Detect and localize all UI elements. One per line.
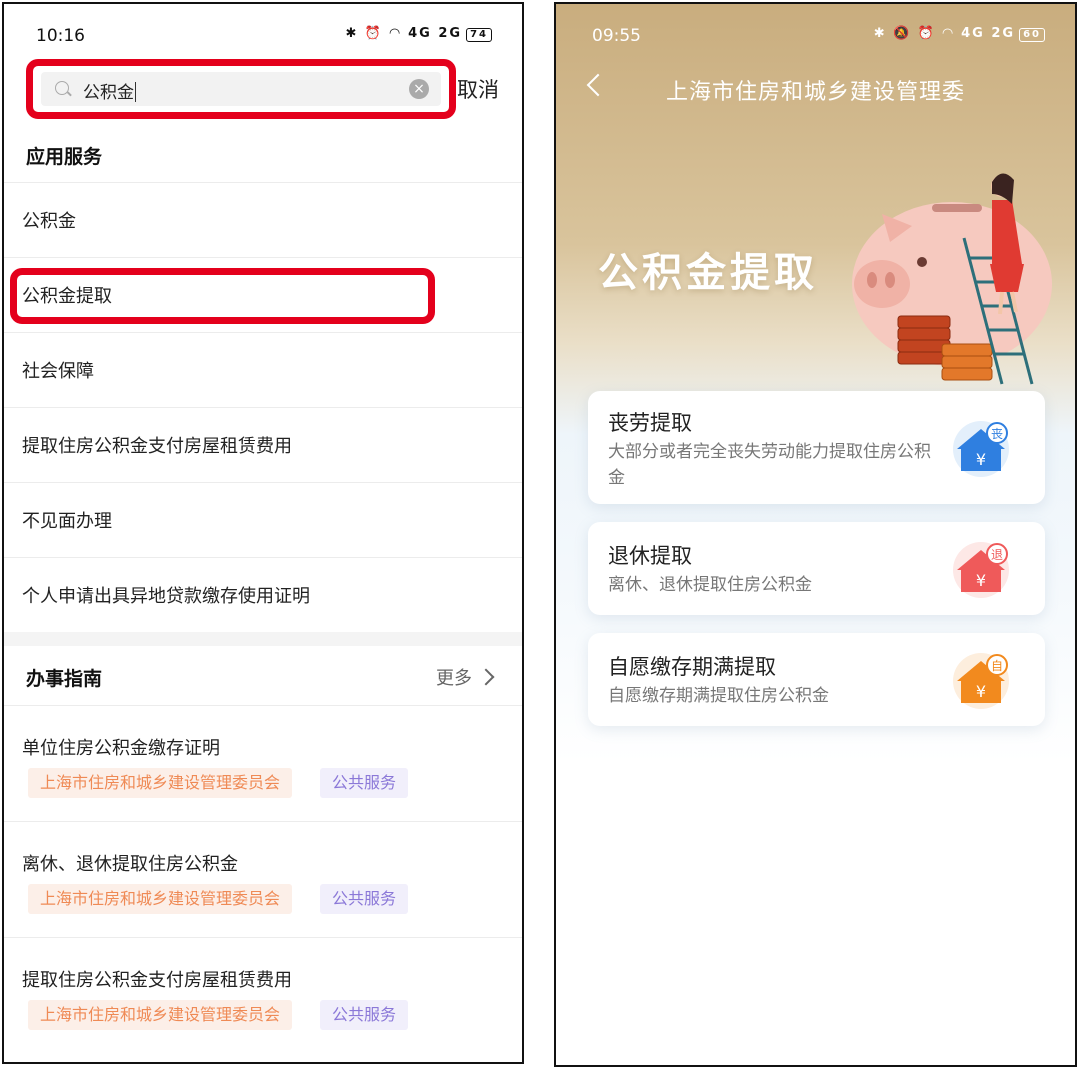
org-tag: 上海市住房和城乡建设管理委员会: [28, 884, 293, 914]
house-yuan-blue-icon: ¥ 丧: [953, 421, 1009, 477]
app-services-title: 应用服务: [26, 146, 103, 168]
search-value: 公积金: [83, 83, 134, 103]
type-tag: 公共服务: [320, 884, 409, 914]
section-divider: [4, 632, 522, 646]
guide-title: 单位住房公积金缴存证明: [22, 738, 220, 759]
selection-highlight: [10, 268, 435, 324]
house-yuan-orange-icon: ¥ 自: [953, 653, 1009, 709]
more-link[interactable]: 更多: [436, 664, 495, 690]
list-item[interactable]: 个人申请出具异地贷款缴存使用证明: [4, 557, 522, 632]
card-badge: 自: [991, 659, 1003, 673]
svg-text:¥: ¥: [976, 682, 986, 701]
guides-title: 办事指南: [26, 668, 103, 690]
card-title: 丧劳提取: [608, 411, 692, 435]
guide-title: 离休、退休提取住房公积金: [22, 854, 238, 875]
house-yuan-red-icon: ¥ 退: [953, 542, 1009, 598]
list-item-label: 公积金: [22, 211, 76, 232]
list-item-label: 提取住房公积金支付房屋租赁费用: [22, 436, 292, 457]
withdrawal-screen: 09:55 ✱ 🔕 ⏰ ◠ 4G 2G 60 上海市住房和城乡建设管理委 公积金提…: [554, 2, 1077, 1067]
status-icons: ✱ ⏰ ◠ 4G 2G 74: [345, 26, 492, 42]
search-input[interactable]: 公积金 ×: [41, 72, 441, 106]
card-badge: 退: [991, 548, 1003, 562]
svg-text:¥: ¥: [976, 571, 986, 590]
list-item[interactable]: 不见面办理: [4, 482, 522, 557]
list-item-label: 不见面办理: [22, 511, 112, 532]
status-bar: 10:16 ✱ ⏰ ◠ 4G 2G 74: [4, 4, 522, 60]
list-item-housing-fund-withdrawal[interactable]: 公积金提取: [4, 257, 522, 332]
page-title: 上海市住房和城乡建设管理委: [666, 80, 966, 105]
list-item-label: 个人申请出具异地贷款缴存使用证明: [22, 586, 310, 607]
guide-item[interactable]: 离休、退休提取住房公积金 上海市住房和城乡建设管理委员会 公共服务: [4, 821, 522, 937]
card-disability-withdrawal[interactable]: 丧劳提取 大部分或者完全丧失劳动能力提取住房公积金 ¥ 丧: [588, 391, 1045, 504]
battery-icon: 60: [1019, 28, 1045, 42]
battery-icon: 74: [466, 28, 492, 42]
status-time: 09:55: [592, 26, 641, 46]
status-icon-group: ✱ ⏰ ◠ 4G 2G: [345, 26, 463, 41]
card-badge: 丧: [991, 427, 1003, 441]
card-title: 自愿缴存期满提取: [608, 655, 776, 679]
status-icon-group: ✱ 🔕 ⏰ ◠ 4G 2G: [873, 26, 1016, 41]
card-voluntary-withdrawal[interactable]: 自愿缴存期满提取 自愿缴存期满提取住房公积金 ¥ 自: [588, 633, 1045, 726]
status-bar: 09:55 ✱ 🔕 ⏰ ◠ 4G 2G 60: [556, 4, 1075, 60]
list-item[interactable]: 提取住房公积金支付房屋租赁费用: [4, 407, 522, 482]
search-screen: 10:16 ✱ ⏰ ◠ 4G 2G 74 公积金 × 取消 应用服务 公积金 公积…: [2, 2, 524, 1064]
status-time: 10:16: [36, 26, 85, 46]
search-highlight: 公积金 ×: [26, 59, 456, 119]
clear-icon[interactable]: ×: [409, 79, 429, 99]
org-tag: 上海市住房和城乡建设管理委员会: [28, 768, 293, 798]
card-title: 退休提取: [608, 544, 692, 568]
hero-title: 公积金提取: [598, 250, 818, 296]
card-retirement-withdrawal[interactable]: 退休提取 离休、退休提取住房公积金 ¥ 退: [588, 522, 1045, 615]
guide-item[interactable]: 单位住房公积金缴存证明 上海市住房和城乡建设管理委员会 公共服务: [4, 705, 522, 821]
more-label: 更多: [436, 668, 472, 689]
cancel-button[interactable]: 取消: [457, 74, 499, 104]
svg-text:¥: ¥: [976, 450, 986, 469]
org-tag: 上海市住房和城乡建设管理委员会: [28, 1000, 293, 1030]
guide-title: 提取住房公积金支付房屋租赁费用: [22, 970, 292, 991]
card-desc: 大部分或者完全丧失劳动能力提取住房公积金: [608, 442, 931, 488]
card-desc: 自愿缴存期满提取住房公积金: [608, 686, 829, 706]
type-tag: 公共服务: [320, 1000, 409, 1030]
list-item[interactable]: 公积金: [4, 182, 522, 257]
list-item-label: 社会保障: [22, 361, 94, 382]
type-tag: 公共服务: [320, 768, 409, 798]
piggy-bank-illustration: [852, 173, 1052, 385]
search-icon: [55, 81, 69, 95]
list-item[interactable]: 社会保障: [4, 332, 522, 407]
guide-item[interactable]: 提取住房公积金支付房屋租赁费用 上海市住房和城乡建设管理委员会 公共服务: [4, 937, 522, 1053]
text-caret: [135, 82, 136, 102]
status-icons: ✱ 🔕 ⏰ ◠ 4G 2G 60: [874, 26, 1045, 42]
card-desc: 离休、退休提取住房公积金: [608, 575, 812, 595]
chevron-right-icon: [477, 668, 495, 686]
back-icon[interactable]: [586, 73, 610, 97]
